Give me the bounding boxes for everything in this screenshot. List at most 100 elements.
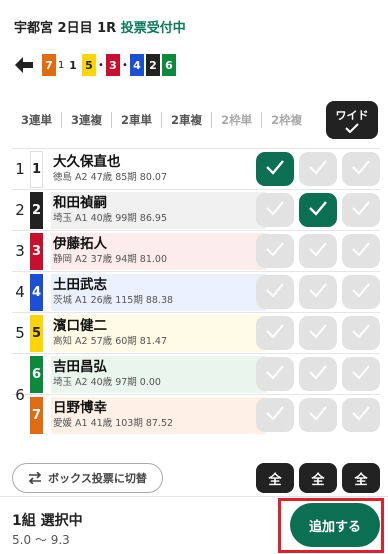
check-icon [265, 200, 285, 220]
race-status: 投票受付中 [120, 21, 186, 36]
tab-2wakutan[interactable]: 2枠単 [212, 112, 263, 128]
rider-info: 日野博幸 愛媛 A1 41歳 103期 87.52 [51, 396, 266, 434]
rider-checks [256, 398, 380, 432]
select-checkbox-col1[interactable] [256, 152, 294, 186]
bottom-tools: ボックス投票に切替 全 全 全 [12, 463, 380, 493]
order-separator: • [122, 59, 128, 71]
select-checkbox-col3[interactable] [342, 193, 380, 227]
car-number: 7 [30, 396, 43, 434]
select-checkbox-col2[interactable] [299, 316, 337, 350]
tab-2shatan[interactable]: 2車単 [112, 112, 163, 128]
check-icon [308, 282, 328, 302]
rider-row: 2 2 和田禎嗣 埼玉 A1 40歳 99期 86.95 [12, 189, 380, 230]
rider-name: 濱口健二 [53, 318, 107, 334]
check-icon [308, 405, 328, 425]
rider-info: 大久保直也徳島 A2 47歳 85期 80.07 [51, 150, 266, 188]
rider-detail: 愛媛 A1 41歳 103期 87.52 [53, 418, 174, 429]
box-vote-label: ボックス投票に切替 [48, 472, 147, 485]
select-checkbox-col1[interactable] [256, 316, 294, 350]
rider-info: 伊藤拓人 静岡 A2 37歳 94期 81.00 [51, 232, 266, 270]
rider-row: 6 吉田昌弘 埼玉 A2 40歳 97期 0.00 [12, 353, 380, 394]
tab-2wakufuku[interactable]: 2枠複 [262, 112, 311, 128]
select-checkbox-col1[interactable] [256, 357, 294, 391]
select-checkbox-col3[interactable] [342, 398, 380, 432]
frame-number: 4 [15, 283, 25, 301]
check-icon [308, 159, 328, 179]
order-chip: 5 [82, 54, 96, 76]
select-checkbox-col2[interactable] [299, 357, 337, 391]
select-checkbox-col2[interactable] [299, 152, 337, 186]
car-number: 4 [30, 273, 43, 311]
frame-6-label: 6 [15, 386, 25, 404]
check-icon [351, 159, 371, 179]
check-icon [308, 364, 328, 384]
check-icon [351, 200, 371, 220]
check-icon [345, 123, 359, 133]
select-checkbox-col1[interactable] [256, 275, 294, 309]
order-chip: 4 [130, 54, 144, 76]
check-icon [308, 323, 328, 343]
tab-wide[interactable]: ワイド [326, 101, 378, 139]
box-vote-toggle-button[interactable]: ボックス投票に切替 [12, 463, 163, 493]
select-checkbox-col1[interactable] [256, 234, 294, 268]
select-checkbox-col2[interactable] [299, 234, 337, 268]
rider-detail: 埼玉 A1 40歳 99期 86.95 [53, 213, 167, 224]
select-checkbox-col1[interactable] [256, 193, 294, 227]
check-icon [265, 241, 285, 261]
check-icon [351, 282, 371, 302]
select-checkbox-col3[interactable] [342, 234, 380, 268]
select-checkbox-col3[interactable] [342, 316, 380, 350]
select-all-col1-button[interactable]: 全 [256, 463, 294, 493]
rider-info: 濱口健二高知 A2 57歳 60期 81.47 [51, 314, 266, 352]
select-checkbox-col1[interactable] [256, 398, 294, 432]
check-icon [265, 323, 285, 343]
select-checkbox-col2[interactable] [299, 398, 337, 432]
check-icon [351, 364, 371, 384]
check-icon [265, 159, 285, 179]
rider-row: 1 1 大久保直也 徳島 A2 47歳 85期 80.07 [12, 148, 380, 189]
rider-row: 5 5 濱口健二 高知 A2 57歳 60期 81.47 [12, 312, 380, 353]
frame-number: 1 [15, 160, 25, 178]
rider-name: 吉田昌弘 [53, 359, 107, 375]
rider-name: 大久保直也 [53, 154, 121, 170]
rider-detail: 茨城 A1 26歳 115期 88.38 [53, 295, 174, 306]
order-chip: 6 [162, 54, 176, 76]
rider-info: 和田禎嗣 埼玉 A1 40歳 99期 86.95 [51, 191, 266, 229]
order-chips: 7 1 1 5 • 3 • 4 2 6 [42, 54, 178, 76]
tab-3renpuku[interactable]: 3連複 [62, 112, 113, 128]
odds-range: 5.0 〜 9.3 [12, 533, 70, 547]
check-icon [351, 405, 371, 425]
rider-checks [256, 316, 380, 350]
car-number: 5 [30, 314, 43, 352]
select-all-col2-button[interactable]: 全 [299, 463, 337, 493]
select-all-col3-button[interactable]: 全 [342, 463, 380, 493]
tab-3rentan[interactable]: 3連単 [12, 112, 63, 128]
order-separator: • [98, 59, 104, 71]
select-checkbox-col3[interactable] [342, 152, 380, 186]
add-button[interactable]: 追加する [290, 503, 380, 547]
select-checkbox-col2[interactable] [299, 193, 337, 227]
swap-icon [29, 472, 42, 484]
race-title: 宇都宮 2日目 1R [14, 21, 117, 36]
rider-checks [256, 193, 380, 227]
order-chip: 3 [106, 54, 120, 76]
order-chip: 7 [42, 54, 56, 76]
car-number: 6 [30, 355, 43, 393]
race-header: 宇都宮 2日目 1R 投票受付中 [14, 17, 186, 36]
rider-list: 1 1 大久保直也 徳島 A2 47歳 85期 80.07 2 2 和田禎嗣 埼玉 A1 40… [12, 148, 380, 435]
rider-checks [256, 275, 380, 309]
tab-2shafuku[interactable]: 2車複 [162, 112, 213, 128]
rider-detail: 高知 A2 57歳 60期 81.47 [53, 336, 167, 347]
check-icon [308, 200, 328, 220]
rider-detail: 徳島 A2 47歳 85期 80.07 [53, 172, 167, 183]
rider-info: 吉田昌弘 埼玉 A2 40歳 97期 0.00 [51, 355, 266, 393]
select-checkbox-col3[interactable] [342, 275, 380, 309]
select-checkbox-col2[interactable] [299, 275, 337, 309]
frame-number: 2 [15, 201, 25, 219]
back-arrow-icon[interactable] [14, 55, 34, 75]
car-number: 3 [30, 232, 43, 270]
order-chip: 1 [66, 54, 80, 76]
check-icon [265, 405, 285, 425]
select-checkbox-col3[interactable] [342, 357, 380, 391]
check-icon [308, 241, 328, 261]
